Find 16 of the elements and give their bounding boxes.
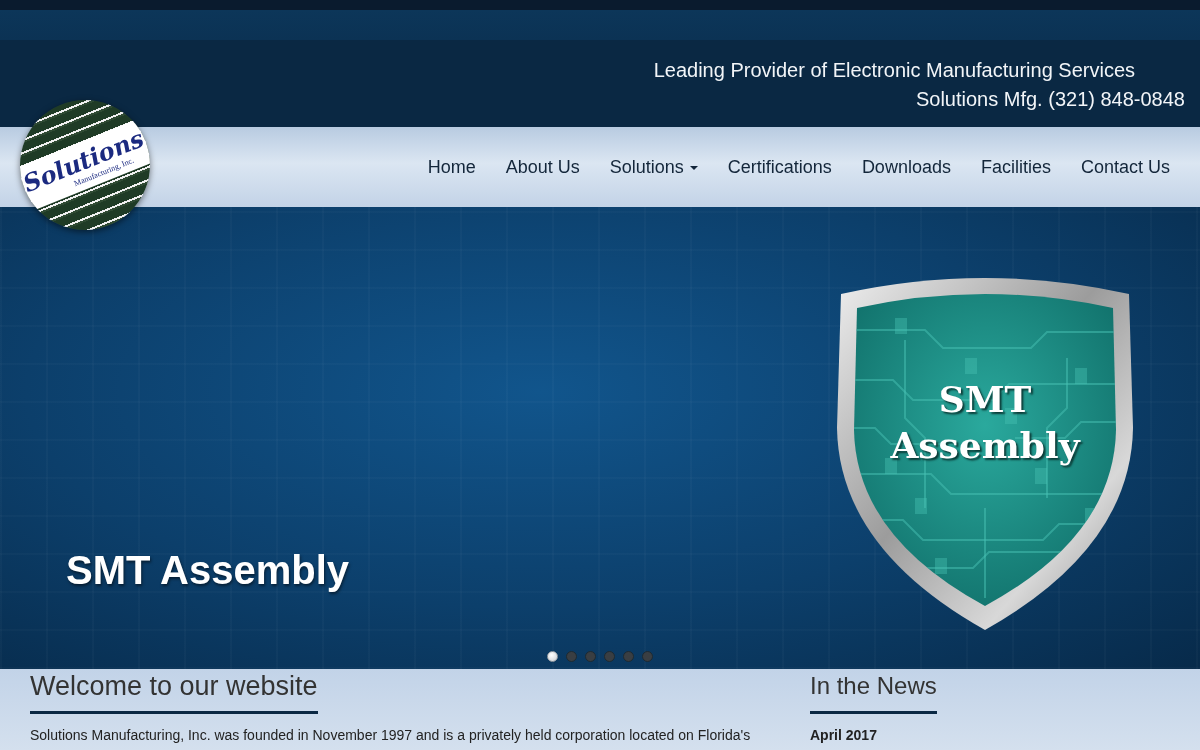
nav-link[interactable]: About Us (490, 150, 595, 184)
slide-indicator[interactable] (547, 651, 558, 662)
tagline: Leading Provider of Electronic Manufacturing Services (653, 58, 1135, 83)
shield-title: SMT Assembly (889, 377, 1082, 468)
nav-link[interactable]: Solutions (594, 150, 713, 184)
section-heading: Welcome to our website (30, 671, 318, 701)
nav-link[interactable]: Contact Us (1065, 150, 1185, 184)
intro-paragraph: Solutions Manufacturing, Inc. was founded in November 1997 and is a privately held corporation located on Florida's (30, 726, 752, 744)
news-date: April 2017 (810, 726, 878, 744)
nav-link[interactable]: Home (412, 150, 491, 184)
nav-link[interactable]: Downloads (846, 150, 966, 184)
section-heading: In the News (810, 671, 937, 701)
slide-caption: SMT Assembly (66, 547, 350, 594)
nav-link[interactable]: Certifications (712, 150, 847, 184)
phone-number: Solutions Mfg. (321) 848-0848 (915, 87, 1185, 112)
nav-link[interactable]: Facilities (965, 150, 1066, 184)
